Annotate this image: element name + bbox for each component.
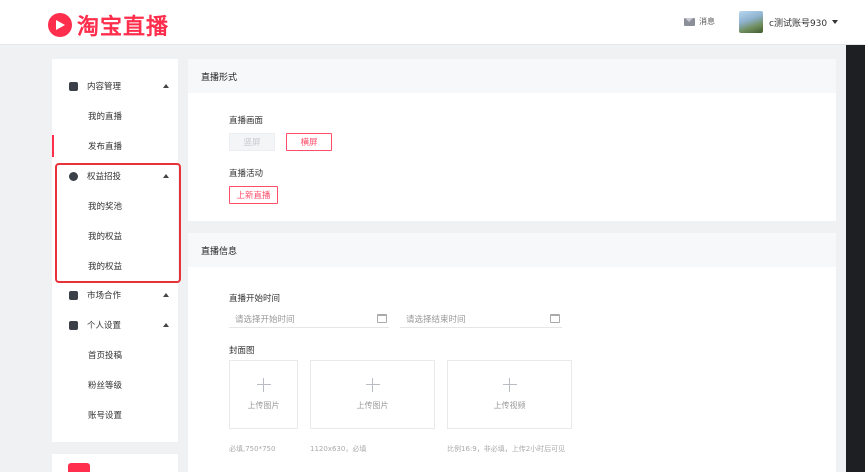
cover-label: 封面图	[229, 346, 255, 356]
play-logo-icon	[48, 13, 72, 37]
top-header: 淘宝直播 消息 c测试账号930	[0, 0, 865, 45]
screen-label: 直播画面	[229, 116, 264, 126]
sidebar-section-label: 个人设置	[87, 321, 122, 331]
sidebar-bottom-card	[52, 454, 178, 472]
chevron-up-icon	[163, 323, 169, 327]
messages-link[interactable]: 消息	[684, 16, 715, 27]
chevron-down-icon	[832, 20, 839, 24]
upload-label: 上传图片	[356, 401, 389, 410]
document-icon	[69, 81, 78, 91]
active-indicator	[52, 135, 54, 157]
sidebar-item-publish-live[interactable]: 发布直播	[52, 131, 178, 161]
avatar	[739, 11, 763, 33]
sidebar-item-my-live[interactable]: 我的直播	[52, 101, 178, 131]
sidebar-item-home-submission[interactable]: 首页投稿	[52, 340, 178, 370]
upload-label: 上传视频	[493, 401, 526, 410]
sidebar-item-fan-level[interactable]: 粉丝等级	[52, 370, 178, 400]
upload-square-cover[interactable]: 上传图片	[229, 360, 298, 429]
live-form-card: 直播形式 直播画面 竖屏 横屏 直播活动 上新直播	[188, 59, 836, 221]
calendar-icon	[377, 314, 387, 323]
calendar-icon	[550, 314, 560, 323]
username: c测试账号930	[769, 18, 828, 29]
section-title: 直播形式	[188, 59, 836, 93]
upload-hint: 必填,750*750	[229, 445, 276, 453]
start-time-input[interactable]: 请选择开始时间	[229, 310, 389, 328]
chevron-up-icon	[163, 293, 169, 297]
start-time-placeholder: 请选择开始时间	[235, 314, 295, 325]
plus-icon	[365, 378, 380, 392]
end-time-placeholder: 请选择结束时间	[406, 314, 466, 325]
upload-video[interactable]: 上传视频	[447, 360, 572, 429]
start-time-label: 直播开始时间	[229, 294, 281, 304]
chevron-up-icon	[163, 84, 169, 88]
chat-icon	[69, 290, 78, 300]
chat-icon	[69, 320, 78, 330]
sidebar-section-personal[interactable]: 个人设置	[52, 310, 178, 340]
activity-label: 直播活动	[229, 169, 264, 179]
upload-hint: 比例16:9，非必填，上传2小时后可见	[447, 445, 566, 453]
plus-icon	[256, 378, 271, 392]
section-title: 直播信息	[188, 233, 836, 267]
window-edge	[846, 45, 865, 472]
mail-icon	[684, 17, 695, 26]
upload-wide-cover[interactable]: 上传图片	[310, 360, 435, 429]
new-live-button[interactable]: 上新直播	[229, 186, 278, 204]
taobao-live-logo[interactable]: 淘宝直播	[48, 9, 169, 41]
camera-logo-icon	[68, 463, 90, 472]
sidebar-section-label: 内容管理	[87, 82, 122, 92]
plus-icon	[502, 378, 517, 392]
messages-label: 消息	[699, 17, 715, 26]
live-info-card: 直播信息 直播开始时间 请选择开始时间 请选择结束时间 封面图 上传图片 上传图…	[188, 233, 836, 472]
sidebar-section-market[interactable]: 市场合作	[52, 280, 178, 310]
landscape-button[interactable]: 横屏	[286, 133, 332, 151]
highlight-box	[55, 163, 181, 283]
upload-label: 上传图片	[247, 401, 280, 410]
user-menu[interactable]: c测试账号930	[739, 11, 839, 33]
sidebar-item-label: 账号设置	[88, 411, 123, 421]
end-time-input[interactable]: 请选择结束时间	[400, 310, 562, 328]
sidebar-item-label: 发布直播	[88, 142, 123, 152]
portrait-button[interactable]: 竖屏	[229, 133, 275, 151]
sidebar-section-content[interactable]: 内容管理	[52, 71, 178, 101]
sidebar-section-label: 市场合作	[87, 291, 122, 301]
sidebar-item-account-settings[interactable]: 账号设置	[52, 400, 178, 430]
sidebar-item-label: 粉丝等级	[88, 381, 123, 391]
upload-hint: 1120x630，必填	[310, 445, 367, 453]
sidebar-item-label: 首页投稿	[88, 351, 123, 361]
sidebar-item-label: 我的直播	[88, 112, 123, 122]
logo-text: 淘宝直播	[77, 15, 170, 40]
